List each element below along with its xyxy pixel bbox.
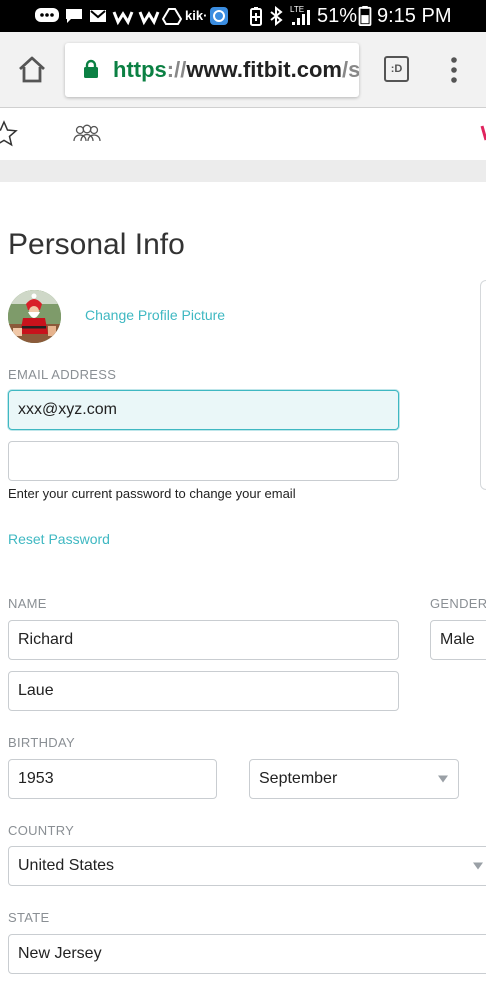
signal-icon [292, 10, 310, 25]
clock: 9:15 PM [377, 5, 452, 27]
country-label: COUNTRY [8, 823, 75, 838]
current-password-field[interactable] [8, 441, 399, 481]
state-select[interactable]: New Jersey [8, 934, 486, 974]
chevron-down-icon [438, 775, 448, 783]
section-divider [0, 160, 486, 182]
state-label: STATE [8, 910, 50, 925]
page-title: Personal Info [8, 228, 185, 261]
overflow-menu-icon[interactable] [447, 56, 461, 84]
country-select[interactable]: United States [8, 846, 486, 886]
status-bar: kik· LTE 51% 9:15 PM [0, 0, 486, 32]
w-app-notification-icon [112, 11, 134, 26]
country-value: United States [18, 857, 115, 874]
battery-percent: 51% [317, 5, 358, 27]
last-name-field[interactable]: Laue [8, 671, 399, 711]
gender-select[interactable]: Male [430, 620, 486, 660]
message-notification-icon [35, 8, 59, 22]
birthday-label: BIRTHDAY [8, 735, 75, 750]
avatar[interactable] [8, 290, 61, 343]
chat-notification-icon [66, 9, 82, 23]
change-profile-picture-link[interactable]: Change Profile Picture [85, 307, 225, 323]
drive-notification-icon [162, 8, 182, 25]
first-name-field[interactable]: Richard [8, 620, 399, 660]
chevron-down-icon [473, 862, 483, 870]
url-path: /s [341, 57, 359, 82]
email-field[interactable]: xxx@xyz.com [8, 390, 399, 430]
birth-month-value: September [259, 770, 338, 787]
friends-icon[interactable] [72, 124, 102, 144]
password-hint: Enter your current password to change yo… [8, 486, 296, 501]
home-icon[interactable] [17, 56, 47, 84]
side-panel-edge [480, 280, 486, 490]
camera-notification-icon [210, 7, 228, 25]
name-label: NAME [8, 596, 47, 611]
browser-toolbar: https://www.fitbit.com/s :D [0, 32, 486, 108]
reset-password-link[interactable]: Reset Password [8, 531, 110, 547]
heart-icon[interactable] [480, 122, 486, 146]
tab-switcher-button[interactable]: :D [384, 56, 409, 82]
bluetooth-icon [270, 6, 283, 26]
battery-saver-icon [250, 7, 262, 26]
battery-icon [358, 6, 372, 26]
star-icon[interactable] [0, 120, 18, 148]
url-bar[interactable]: https://www.fitbit.com/s [65, 43, 359, 97]
birth-month-select[interactable]: September [249, 759, 459, 799]
gmail-notification-icon [90, 10, 106, 22]
url-separator: :// [166, 57, 187, 82]
site-nav [0, 108, 486, 160]
lock-icon [84, 59, 98, 78]
email-label: EMAIL ADDRESS [8, 367, 117, 382]
santa-photo [8, 290, 61, 343]
url-text: https://www.fitbit.com/s [113, 57, 359, 83]
w-app-notification-icon-2 [138, 11, 160, 26]
birth-year-field[interactable]: 1953 [8, 759, 217, 799]
url-scheme: https [113, 57, 167, 82]
kik-notification-icon: kik· [185, 8, 208, 23]
gender-label: GENDER [430, 596, 486, 611]
url-host: www.fitbit.com [186, 57, 342, 82]
